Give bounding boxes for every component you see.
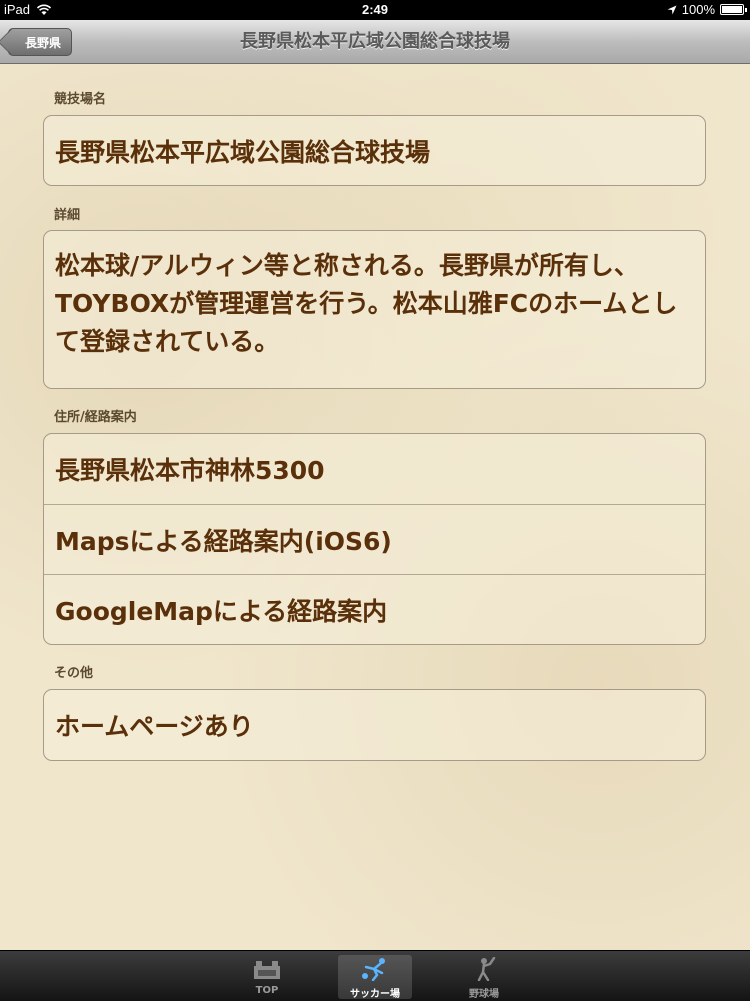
section-header-address: 住所/経路案内 xyxy=(54,410,137,425)
tab-soccer-label: サッカー場 xyxy=(350,989,400,1000)
address-cell[interactable]: 長野県松本市神林5300 xyxy=(44,434,705,504)
stadium-name-cell: 長野県松本平広域公園総合球技場 xyxy=(55,137,431,167)
stadium-name-group: 長野県松本平広域公園総合球技場 xyxy=(43,115,706,186)
stadium-detail-text: 松本球/アルウィン等と称される。長野県が所有し、TOYBOXが管理運営を行う。松… xyxy=(55,251,678,356)
tab-top-label: TOP xyxy=(255,985,279,996)
status-time: 2:49 xyxy=(361,2,389,17)
tab-bar: TOP サッカー場 野球場 xyxy=(0,950,750,1001)
soccer-player-icon xyxy=(362,958,385,981)
stadium-detail-content: 競技場名 長野県松本平広域公園総合球技場 詳細 松本球/アルウィン等と称される。… xyxy=(0,64,750,950)
baseball-player-icon xyxy=(477,957,496,981)
tab-baseball[interactable]: 野球場 xyxy=(447,955,521,1000)
section-header-detail: 詳細 xyxy=(54,208,81,223)
page-title: 長野県松本平広域公園総合球技場 xyxy=(240,31,510,52)
section-header-other: その他 xyxy=(54,666,94,681)
stadium-icon xyxy=(254,961,280,979)
battery-percent: 100% xyxy=(681,2,715,17)
location-arrow-icon xyxy=(667,5,677,14)
back-button-label: 長野県 xyxy=(25,36,62,50)
tab-top[interactable]: TOP xyxy=(230,955,304,999)
maps-route-cell[interactable]: Mapsによる経路案内(iOS6) xyxy=(44,504,705,574)
other-group: ホームページあり xyxy=(43,689,706,761)
navigation-bar: 長野県松本平広域公園総合球技場 長野県 xyxy=(0,20,750,64)
homepage-cell[interactable]: ホームページあり xyxy=(44,690,705,760)
status-bar: iPad 2:49 100% xyxy=(0,0,750,20)
tab-baseball-label: 野球場 xyxy=(469,989,499,1000)
battery-icon xyxy=(720,4,747,15)
section-header-name: 競技場名 xyxy=(54,92,107,107)
tab-soccer[interactable]: サッカー場 xyxy=(338,955,412,1000)
googlemap-route-cell[interactable]: GoogleMapによる経路案内 xyxy=(44,574,705,644)
back-button[interactable]: 長野県 xyxy=(8,28,73,56)
stadium-detail-group: 松本球/アルウィン等と称される。長野県が所有し、TOYBOXが管理運営を行う。松… xyxy=(43,230,706,389)
address-route-group: 長野県松本市神林5300 Mapsによる経路案内(iOS6) GoogleMap… xyxy=(43,433,706,645)
battery-fill xyxy=(722,6,742,13)
